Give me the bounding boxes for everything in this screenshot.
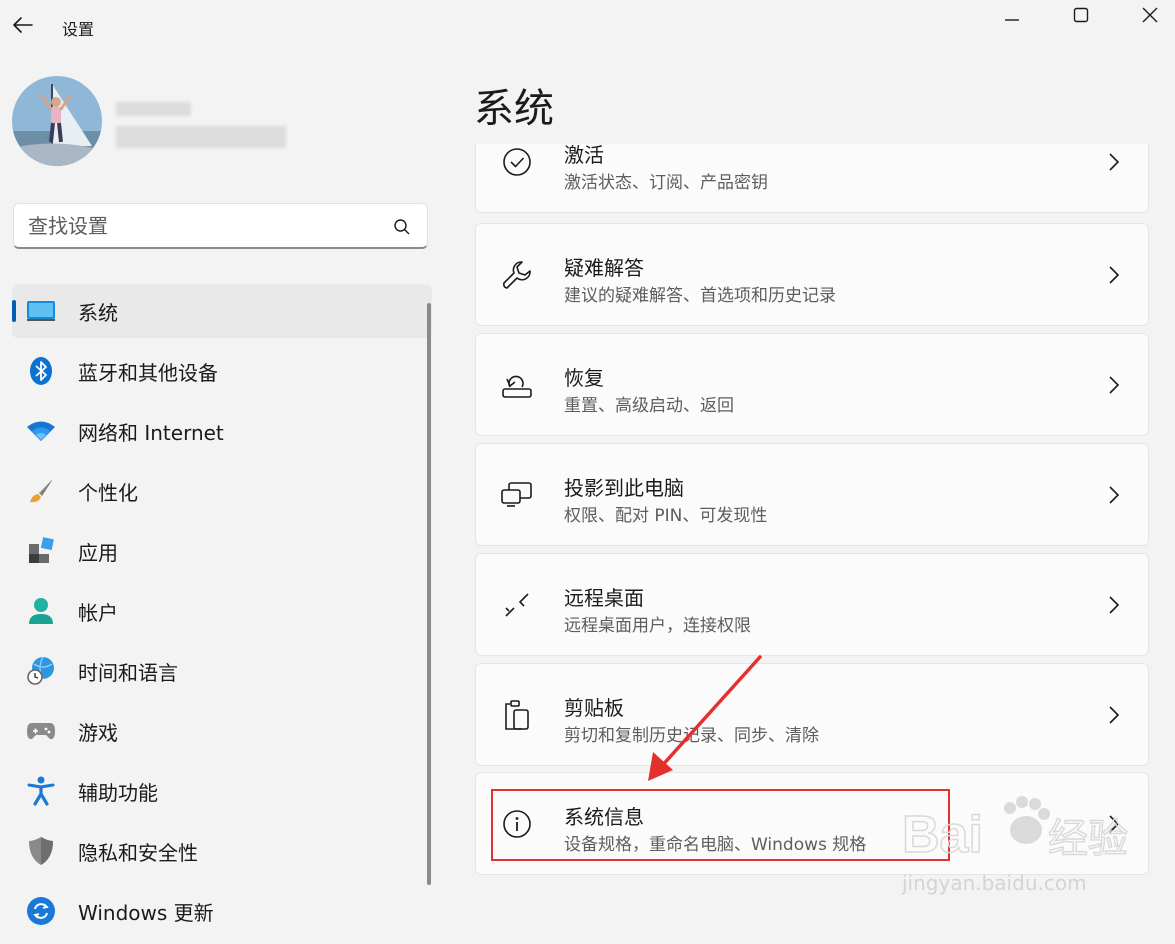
apps-icon [26, 536, 56, 566]
page-title: 系统 [474, 86, 554, 132]
card-description: 权限、配对 PIN、可发现性 [564, 506, 768, 526]
user-profile[interactable] [12, 76, 432, 168]
card-description: 远程桌面用户，连接权限 [564, 616, 751, 636]
app-title: 设置 [62, 20, 95, 39]
card-about[interactable]: 系统信息 设备规格，重命名电脑、Windows 规格 [475, 772, 1149, 875]
maximize-button[interactable] [1055, 0, 1107, 30]
sidebar-item-label: Windows 更新 [78, 900, 214, 925]
sidebar-item-label: 帐户 [78, 600, 118, 625]
wrench-icon [500, 258, 534, 292]
card-title: 激活 [564, 144, 604, 167]
card-title: 远程桌面 [564, 586, 644, 610]
sidebar-item-label: 网络和 Internet [78, 420, 224, 445]
gamepad-icon [26, 716, 56, 746]
project-icon [500, 478, 534, 512]
avatar [12, 76, 102, 166]
system-icon [26, 296, 56, 326]
sidebar-item-label: 应用 [78, 540, 118, 565]
sidebar-item-label: 隐私和安全性 [78, 840, 198, 865]
minimize-button[interactable] [986, 0, 1038, 30]
accessibility-icon [26, 776, 56, 806]
chevron-right-icon [1104, 372, 1124, 398]
sidebar-item-time-language[interactable]: 时间和语言 [12, 644, 432, 698]
search-input[interactable] [28, 213, 378, 239]
back-button[interactable] [8, 8, 38, 42]
sidebar-item-privacy[interactable]: 隐私和安全性 [12, 824, 432, 878]
chevron-right-icon [1104, 811, 1124, 837]
chevron-right-icon [1104, 702, 1124, 728]
username-redacted [116, 102, 191, 116]
update-icon [26, 896, 56, 926]
card-project-to-pc[interactable]: 投影到此电脑 权限、配对 PIN、可发现性 [475, 443, 1149, 546]
chevron-right-icon [1104, 482, 1124, 508]
card-title: 系统信息 [564, 805, 644, 829]
title-bar: 设置 [0, 0, 1175, 50]
recovery-icon [500, 368, 534, 402]
sidebar-item-gaming[interactable]: 游戏 [12, 704, 432, 758]
card-description: 设备规格，重命名电脑、Windows 规格 [564, 835, 867, 855]
email-redacted [116, 126, 286, 148]
globe-clock-icon [26, 656, 56, 686]
sidebar-item-label: 时间和语言 [78, 660, 178, 685]
sidebar-item-accounts[interactable]: 帐户 [12, 584, 432, 638]
shield-icon [26, 836, 56, 866]
wifi-icon [26, 416, 56, 446]
sidebar-item-label: 辅助功能 [78, 780, 158, 805]
sidebar-item-apps[interactable]: 应用 [12, 524, 432, 578]
settings-list: 激活 激活状态、订阅、产品密钥 疑难解答 建议的疑难解答、首选项和历史记录 恢复… [475, 144, 1149, 921]
card-description: 重置、高级启动、返回 [564, 396, 734, 416]
sidebar-item-system[interactable]: 系统 [12, 284, 432, 338]
search-box[interactable] [13, 203, 428, 249]
sidebar-item-label: 个性化 [78, 480, 138, 505]
sidebar-item-windows-update[interactable]: Windows 更新 [12, 884, 432, 938]
sidebar-item-label: 系统 [78, 300, 118, 325]
info-icon [500, 807, 534, 841]
account-icon [26, 596, 56, 626]
avatar-photo [12, 76, 102, 166]
remote-desktop-icon [500, 588, 534, 622]
sidebar-item-personalization[interactable]: 个性化 [12, 464, 432, 518]
close-icon [1142, 7, 1158, 23]
sidebar-item-network[interactable]: 网络和 Internet [12, 404, 432, 458]
check-circle-icon [500, 145, 534, 179]
card-description: 剪切和复制历史记录、同步、清除 [564, 726, 819, 746]
sidebar-item-bluetooth[interactable]: 蓝牙和其他设备 [12, 344, 432, 398]
card-remote-desktop[interactable]: 远程桌面 远程桌面用户，连接权限 [475, 553, 1149, 656]
sidebar-scrollbar[interactable] [427, 303, 431, 885]
card-recovery[interactable]: 恢复 重置、高级启动、返回 [475, 333, 1149, 436]
card-troubleshoot[interactable]: 疑难解答 建议的疑难解答、首选项和历史记录 [475, 223, 1149, 326]
chevron-right-icon [1104, 149, 1124, 175]
sidebar-item-label: 蓝牙和其他设备 [78, 360, 218, 385]
maximize-icon [1073, 7, 1089, 23]
card-activation[interactable]: 激活 激活状态、订阅、产品密钥 [475, 144, 1149, 213]
brush-icon [26, 476, 56, 506]
minimize-icon [1005, 19, 1019, 21]
chevron-right-icon [1104, 592, 1124, 618]
bluetooth-icon [26, 356, 56, 386]
chevron-right-icon [1104, 262, 1124, 288]
card-title: 疑难解答 [564, 256, 644, 280]
close-button[interactable] [1124, 0, 1175, 30]
back-arrow-icon [13, 17, 33, 33]
card-title: 剪贴板 [564, 696, 624, 720]
search-icon[interactable] [393, 218, 411, 236]
sidebar-nav: 系统 蓝牙和其他设备 网络和 Internet 个性化 应用 帐户 时间和语言 … [12, 284, 432, 944]
card-description: 激活状态、订阅、产品密钥 [564, 173, 768, 193]
card-title: 投影到此电脑 [564, 476, 684, 500]
card-clipboard[interactable]: 剪贴板 剪切和复制历史记录、同步、清除 [475, 663, 1149, 766]
sidebar-item-accessibility[interactable]: 辅助功能 [12, 764, 432, 818]
sidebar-item-label: 游戏 [78, 720, 118, 745]
card-description: 建议的疑难解答、首选项和历史记录 [564, 286, 836, 306]
card-title: 恢复 [564, 366, 604, 390]
clipboard-icon [500, 698, 534, 732]
